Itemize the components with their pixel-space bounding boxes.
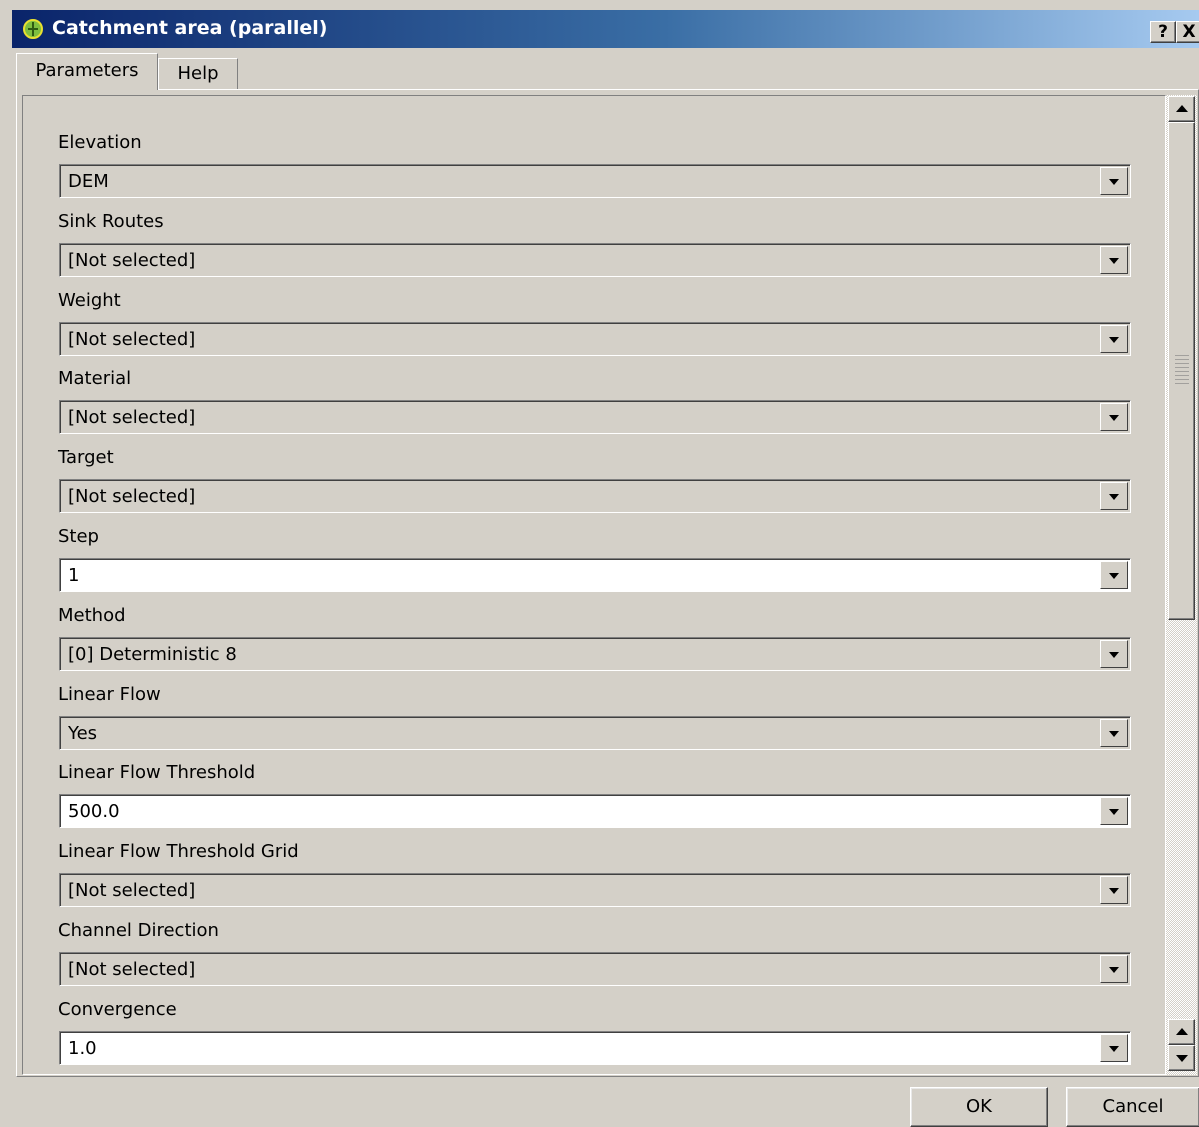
qgis-logo-icon	[23, 19, 43, 39]
step-label: Step	[58, 526, 99, 547]
linear-flow-label: Linear Flow	[58, 684, 161, 705]
parameters-scroll-area: Elevation DEM Sink Routes [Not selected] Wei…	[22, 95, 1166, 1075]
target-combobox[interactable]: [Not selected]	[59, 479, 1131, 513]
elevation-label: Elevation	[58, 132, 142, 153]
ok-button[interactable]: OK	[910, 1087, 1048, 1127]
elevation-value: DEM	[68, 171, 109, 192]
sink-routes-combobox[interactable]: [Not selected]	[59, 243, 1131, 277]
method-value: [0] Deterministic 8	[68, 644, 237, 665]
chevron-down-icon[interactable]	[1100, 325, 1128, 353]
method-label: Method	[58, 605, 126, 626]
scroll-down-icon[interactable]	[1168, 1045, 1195, 1071]
channel-direction-value: [Not selected]	[68, 959, 196, 980]
close-button[interactable]: X	[1176, 21, 1199, 43]
target-value: [Not selected]	[68, 486, 196, 507]
step-combobox[interactable]: 1	[59, 558, 1131, 592]
chevron-down-icon[interactable]	[1100, 246, 1128, 274]
linear-flow-threshold-value[interactable]: 500.0	[68, 801, 120, 822]
title-bar: Catchment area (parallel) ? X	[12, 10, 1199, 48]
sink-routes-value: [Not selected]	[68, 250, 196, 271]
channel-direction-label: Channel Direction	[58, 920, 219, 941]
scroll-up-icon[interactable]	[1168, 96, 1195, 122]
chevron-down-icon[interactable]	[1100, 1034, 1128, 1062]
weight-label: Weight	[58, 290, 121, 311]
tab-parameters[interactable]: Parameters	[16, 53, 158, 90]
convergence-value[interactable]: 1.0	[68, 1038, 97, 1059]
chevron-down-icon[interactable]	[1100, 955, 1128, 983]
convergence-label: Convergence	[58, 999, 177, 1020]
linear-flow-threshold-grid-label: Linear Flow Threshold Grid	[58, 841, 299, 862]
window-title: Catchment area (parallel)	[52, 17, 328, 39]
linear-flow-threshold-grid-value: [Not selected]	[68, 880, 196, 901]
elevation-combobox[interactable]: DEM	[59, 164, 1131, 198]
chevron-down-icon[interactable]	[1100, 561, 1128, 589]
scroll-thumb[interactable]	[1168, 122, 1195, 620]
chevron-down-icon[interactable]	[1100, 876, 1128, 904]
material-combobox[interactable]: [Not selected]	[59, 400, 1131, 434]
chevron-down-icon[interactable]	[1100, 797, 1128, 825]
channel-direction-combobox[interactable]: [Not selected]	[59, 952, 1131, 986]
material-label: Material	[58, 368, 132, 389]
sink-routes-label: Sink Routes	[58, 211, 164, 232]
linear-flow-threshold-combobox[interactable]: 500.0	[59, 794, 1131, 828]
linear-flow-threshold-grid-combobox[interactable]: [Not selected]	[59, 873, 1131, 907]
tab-help[interactable]: Help	[158, 58, 238, 89]
chevron-down-icon[interactable]	[1100, 640, 1128, 668]
cancel-button[interactable]: Cancel	[1066, 1087, 1199, 1127]
help-button[interactable]: ?	[1150, 21, 1176, 43]
weight-combobox[interactable]: [Not selected]	[59, 322, 1131, 356]
step-value[interactable]: 1	[68, 565, 79, 586]
linear-flow-combobox[interactable]: Yes	[59, 716, 1131, 750]
linear-flow-value: Yes	[68, 723, 98, 744]
target-label: Target	[58, 447, 114, 468]
linear-flow-threshold-label: Linear Flow Threshold	[58, 762, 256, 783]
chevron-down-icon[interactable]	[1100, 482, 1128, 510]
convergence-combobox[interactable]: 1.0	[59, 1031, 1131, 1065]
chevron-down-icon[interactable]	[1100, 719, 1128, 747]
method-combobox[interactable]: [0] Deterministic 8	[59, 637, 1131, 671]
weight-value: [Not selected]	[68, 329, 196, 350]
material-value: [Not selected]	[68, 407, 196, 428]
chevron-down-icon[interactable]	[1100, 403, 1128, 431]
chevron-down-icon[interactable]	[1100, 167, 1128, 195]
scroll-up-icon-bottom[interactable]	[1168, 1019, 1195, 1045]
